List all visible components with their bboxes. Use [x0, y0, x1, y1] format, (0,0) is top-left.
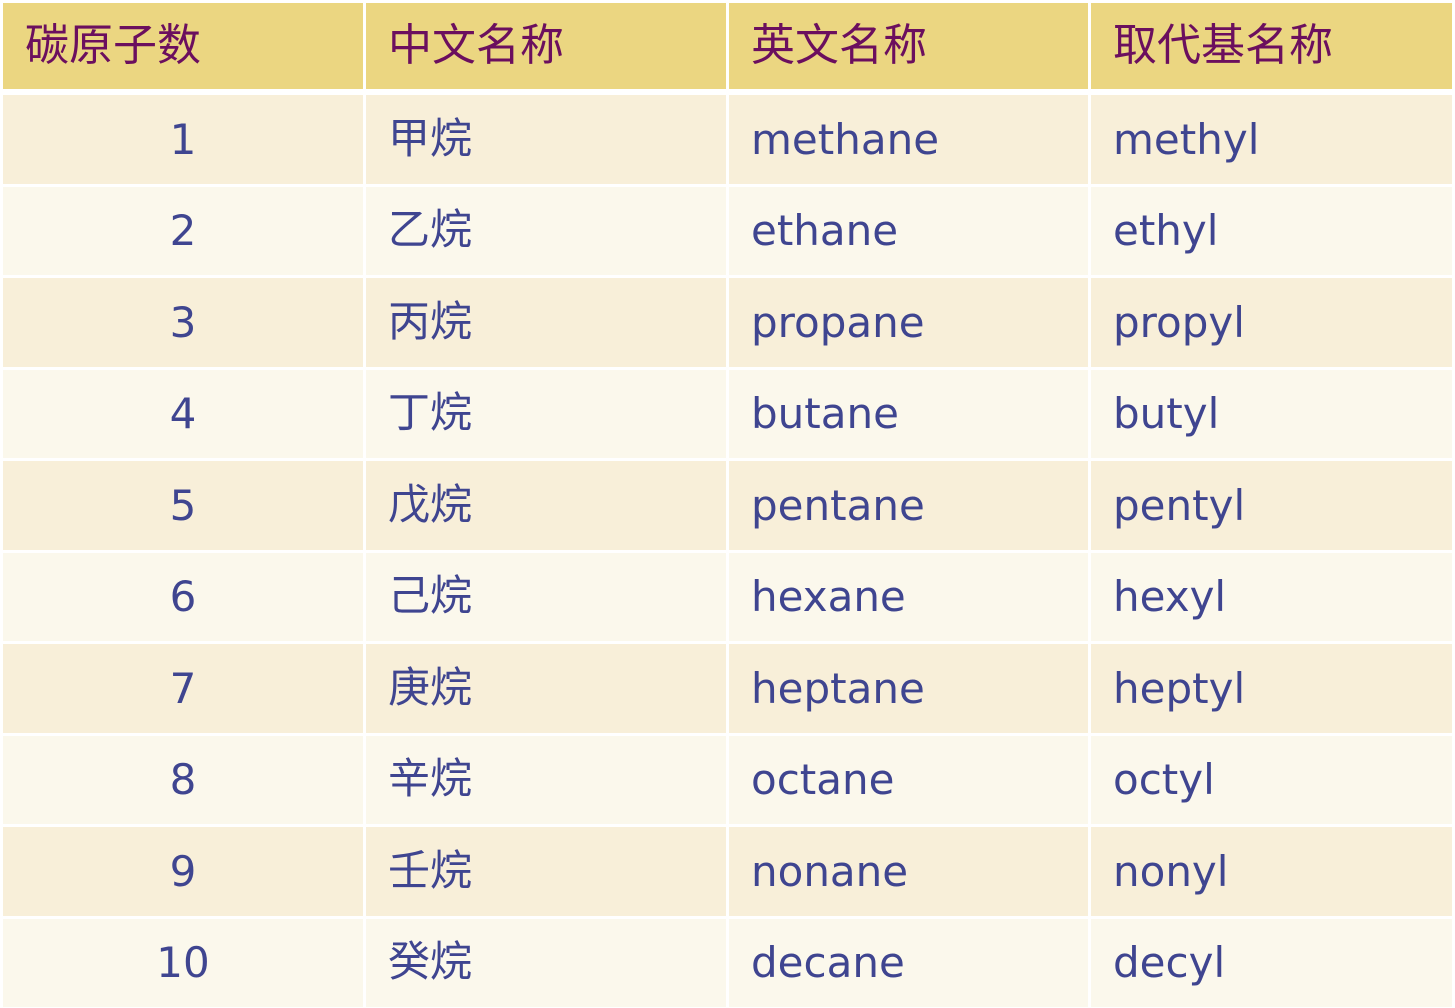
carbon-count-cell: 3: [3, 278, 363, 367]
substituent-name-cell: butyl: [1091, 369, 1452, 458]
english-name-cell: octane: [729, 735, 1088, 824]
english-name-cell: methane: [729, 95, 1088, 184]
english-name-cell: ethane: [729, 186, 1088, 275]
chinese-name-cell: 己烷: [366, 552, 726, 641]
carbon-count-cell: 7: [3, 644, 363, 733]
substituent-name-cell: nonyl: [1091, 827, 1452, 916]
english-name-cell: nonane: [729, 827, 1088, 916]
chinese-name-cell: 癸烷: [366, 918, 726, 1007]
substituent-name-cell: hexyl: [1091, 552, 1452, 641]
substituent-name-cell: propyl: [1091, 278, 1452, 367]
header-carbon-count: 碳原子数: [3, 3, 363, 89]
carbon-count-cell: 9: [3, 827, 363, 916]
chinese-name-cell: 戊烷: [366, 461, 726, 550]
english-name-cell: hexane: [729, 552, 1088, 641]
chinese-name-cell: 丙烷: [366, 278, 726, 367]
carbon-count-cell: 5: [3, 461, 363, 550]
carbon-count-cell: 6: [3, 552, 363, 641]
english-name-cell: decane: [729, 918, 1088, 1007]
substituent-name-cell: methyl: [1091, 95, 1452, 184]
substituent-name-cell: octyl: [1091, 735, 1452, 824]
header-english-name: 英文名称: [729, 3, 1088, 89]
english-name-cell: butane: [729, 369, 1088, 458]
english-name-cell: propane: [729, 278, 1088, 367]
substituent-name-cell: ethyl: [1091, 186, 1452, 275]
substituent-name-cell: pentyl: [1091, 461, 1452, 550]
chinese-name-cell: 辛烷: [366, 735, 726, 824]
chinese-name-cell: 乙烷: [366, 186, 726, 275]
english-name-cell: pentane: [729, 461, 1088, 550]
substituent-name-cell: heptyl: [1091, 644, 1452, 733]
chinese-name-cell: 庚烷: [366, 644, 726, 733]
chinese-name-cell: 甲烷: [366, 95, 726, 184]
carbon-count-cell: 4: [3, 369, 363, 458]
chinese-name-cell: 壬烷: [366, 827, 726, 916]
substituent-name-cell: decyl: [1091, 918, 1452, 1007]
carbon-count-cell: 8: [3, 735, 363, 824]
header-substituent-name: 取代基名称: [1091, 3, 1452, 89]
alkane-table: 碳原子数 中文名称 英文名称 取代基名称 1 甲烷 methane methyl 2 乙烷…: [3, 3, 1452, 1007]
chinese-name-cell: 丁烷: [366, 369, 726, 458]
header-chinese-name: 中文名称: [366, 3, 726, 89]
carbon-count-cell: 2: [3, 186, 363, 275]
carbon-count-cell: 10: [3, 918, 363, 1007]
carbon-count-cell: 1: [3, 95, 363, 184]
english-name-cell: heptane: [729, 644, 1088, 733]
